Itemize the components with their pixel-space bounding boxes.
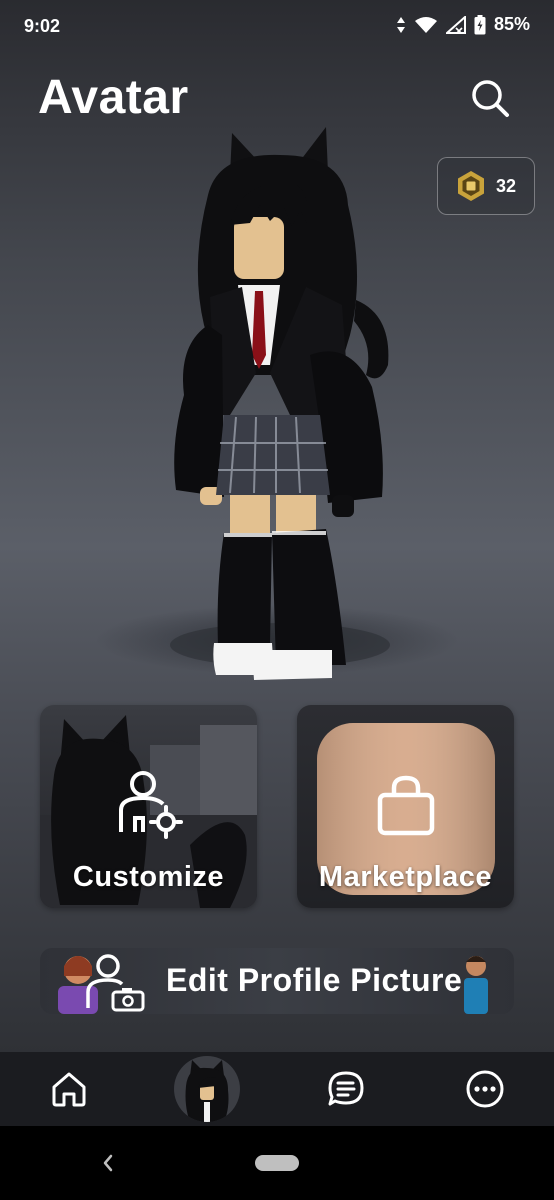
status-time: 9:02 [24, 16, 61, 36]
more-icon [466, 1070, 504, 1108]
search-icon [472, 80, 509, 117]
marketplace-card[interactable]: Marketplace [297, 705, 514, 908]
wifi-icon [414, 16, 437, 33]
search-button[interactable] [468, 76, 512, 120]
battery-percent: 85% [493, 14, 530, 34]
tab-more[interactable] [460, 1064, 510, 1114]
signal-icon [445, 15, 466, 34]
marketplace-label: Marketplace [318, 861, 493, 893]
shopping-bag-icon [377, 775, 435, 836]
status-icons: 85% [396, 14, 530, 35]
chat-icon [328, 1071, 364, 1106]
data-arrows-icon [396, 16, 405, 33]
avatar-thumbnail [185, 1060, 229, 1122]
status-bar: 9:02 85% [0, 0, 554, 54]
battery-icon [474, 14, 486, 34]
avatar-3d-model[interactable] [160, 125, 400, 690]
tab-home[interactable] [44, 1064, 94, 1114]
home-gesture-pill[interactable] [255, 1155, 299, 1171]
back-chevron-icon[interactable] [98, 1148, 118, 1178]
robux-balance-button[interactable]: 32 [437, 157, 535, 215]
robux-count: 32 [495, 175, 517, 196]
customize-label: Customize [72, 861, 225, 893]
robux-icon [457, 171, 484, 201]
bottom-tab-bar [0, 1052, 554, 1126]
edit-profile-picture-button[interactable]: Edit Profile Picture [40, 948, 514, 1014]
tab-avatar[interactable] [174, 1056, 240, 1122]
customize-card[interactable]: Customize [40, 705, 257, 908]
profile-camera-icon [86, 954, 145, 1012]
customize-avatar-icon [119, 771, 183, 839]
home-icon [52, 1072, 86, 1107]
edit-profile-picture-label: Edit Profile Picture [166, 962, 463, 998]
tab-chat[interactable] [321, 1064, 371, 1114]
page-title: Avatar [38, 71, 189, 124]
